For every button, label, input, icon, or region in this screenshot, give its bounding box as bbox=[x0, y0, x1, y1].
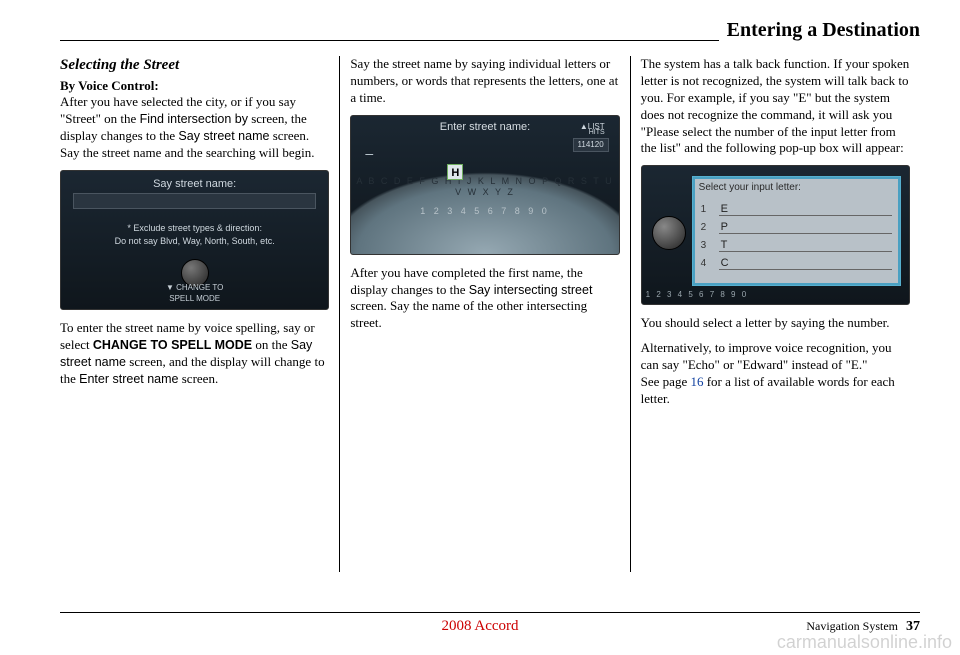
shot2-cursor: – bbox=[365, 144, 373, 162]
keyboard-letters: A B C D E F G H I J K L M N O P Q R S T … bbox=[351, 176, 618, 199]
ui-term: Enter street name bbox=[79, 372, 178, 386]
shot2-hits: 114120 bbox=[573, 138, 609, 152]
bg-numbers: 1 2 3 4 5 6 7 8 9 0 bbox=[646, 290, 749, 300]
page-link[interactable]: 16 bbox=[690, 374, 703, 389]
subhead-voice: By Voice Control: bbox=[60, 78, 329, 95]
shot2-hits-label: HITS bbox=[589, 128, 605, 137]
column-1: Selecting the Street By Voice Control: A… bbox=[60, 56, 339, 572]
popup-row: 1 E bbox=[693, 202, 900, 216]
shot1-msg2: Do not say Blvd, Way, North, South, etc. bbox=[61, 236, 328, 248]
footer-section: Navigation System bbox=[806, 619, 898, 633]
text: Alternatively, to improve voice recognit… bbox=[641, 340, 892, 372]
col3-paragraph-1: The system has a talk back function. If … bbox=[641, 56, 910, 157]
manual-page: Entering a Destination Selecting the Str… bbox=[0, 0, 960, 655]
row-number: 4 bbox=[701, 257, 713, 270]
col1-paragraph-1: After you have selected the city, or if … bbox=[60, 94, 329, 162]
col3-paragraph-3: Alternatively, to improve voice recognit… bbox=[641, 340, 910, 408]
rotary-knob-icon bbox=[652, 216, 686, 250]
row-number: 1 bbox=[701, 203, 713, 216]
col2-paragraph-1: Say the street name by saying individual… bbox=[350, 56, 619, 107]
col3-paragraph-2: You should select a letter by saying the… bbox=[641, 315, 910, 332]
ui-term: Say intersecting street bbox=[469, 283, 593, 297]
col1-paragraph-2: To enter the street name by voice spelli… bbox=[60, 320, 329, 388]
text: screen. bbox=[179, 371, 219, 386]
watermark: carmanualsonline.info bbox=[777, 632, 952, 653]
rule-bottom bbox=[60, 612, 920, 613]
screenshot-select-input-letter: Select your input letter: 1 E 2 P 3 T 4 bbox=[641, 165, 910, 305]
popup-box: Select your input letter: 1 E 2 P 3 T 4 bbox=[692, 176, 901, 286]
row-number: 3 bbox=[701, 239, 713, 252]
ui-term: Say street name bbox=[178, 129, 269, 143]
shot1-msg1: * Exclude street types & direction: bbox=[61, 223, 328, 235]
screenshot-say-street-name: Say street name: * Exclude street types … bbox=[60, 170, 329, 310]
column-3: The system has a talk back function. If … bbox=[630, 56, 920, 572]
row-value: P bbox=[719, 220, 892, 234]
row-value: T bbox=[719, 238, 892, 252]
text: on the bbox=[252, 337, 291, 352]
row-number: 2 bbox=[701, 221, 713, 234]
text: See page bbox=[641, 374, 691, 389]
shot1-input-bar bbox=[73, 193, 316, 209]
section-title: Selecting the Street bbox=[60, 56, 329, 76]
ui-term: Find intersection by bbox=[140, 112, 248, 126]
shot1-bottom: ▼ CHANGE TO SPELL MODE bbox=[61, 283, 328, 304]
selected-letter: H bbox=[447, 164, 463, 180]
popup-title: Select your input letter: bbox=[693, 177, 900, 198]
popup-row: 3 T bbox=[693, 238, 900, 252]
col2-paragraph-2: After you have completed the first name,… bbox=[350, 265, 619, 333]
keyboard-numbers: 1 2 3 4 5 6 7 8 9 0 bbox=[351, 206, 618, 218]
ui-term-bold: CHANGE TO SPELL MODE bbox=[93, 338, 252, 352]
columns: Selecting the Street By Voice Control: A… bbox=[60, 42, 920, 572]
popup-row: 4 C bbox=[693, 256, 900, 270]
screenshot-enter-street-name: Enter street name: ▲LIST HITS 114120 – A… bbox=[350, 115, 619, 255]
text: screen. Say the name of the other inters… bbox=[350, 298, 587, 330]
row-value: E bbox=[719, 202, 892, 216]
shot2-header: Enter street name: bbox=[351, 120, 618, 134]
popup-row: 2 P bbox=[693, 220, 900, 234]
page-title: Entering a Destination bbox=[719, 19, 920, 42]
shot1-title: Say street name: bbox=[61, 177, 328, 191]
column-2: Say the street name by saying individual… bbox=[339, 56, 629, 572]
row-value: C bbox=[719, 256, 892, 270]
